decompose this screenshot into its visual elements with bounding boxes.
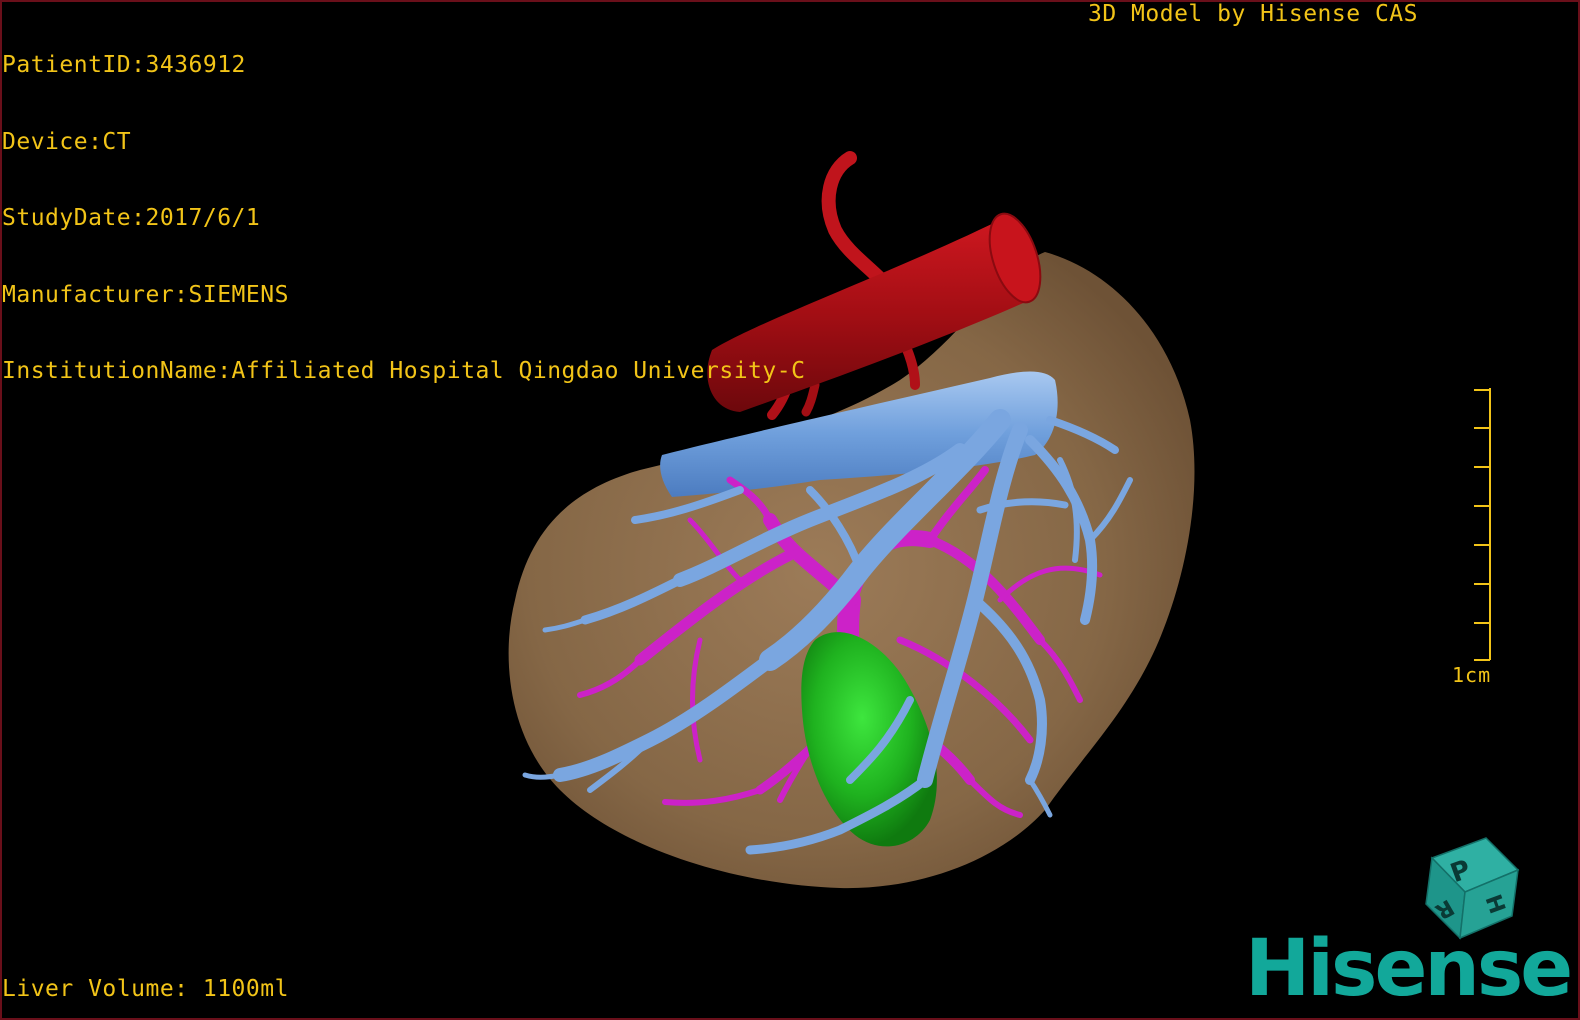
liver-volume-text: Liver Volume: 1100ml [2, 976, 289, 1002]
study-date-text: StudyDate:2017/6/1 [2, 205, 261, 231]
hisense-logo: Hisense [1245, 924, 1573, 1014]
orientation-cube[interactable]: P H R [1425, 837, 1520, 940]
manufacturer-text: Manufacturer:SIEMENS [2, 281, 289, 308]
hepatic-artery [821, 151, 897, 297]
patient-id-text: PatientID:3436912 [2, 52, 246, 78]
dicom-info-overlay: PatientID:3436912 Device:CT StudyDate:20… [2, 2, 805, 410]
model-credit-text: 3D Model by Hisense CAS [1088, 1, 1418, 27]
scale-bar [1474, 388, 1491, 661]
institution-text: InstitutionName:Affiliated Hospital Qing… [2, 358, 806, 384]
device-text: Device:CT [2, 128, 132, 155]
artery-branch [801, 380, 820, 417]
scale-bar-label: 1cm [1452, 663, 1492, 687]
